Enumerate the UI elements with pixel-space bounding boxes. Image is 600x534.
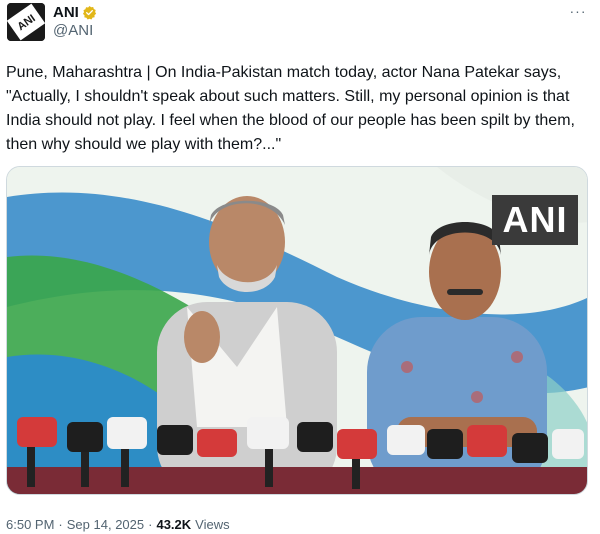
media-watermark: ANI xyxy=(492,195,578,245)
views-label: Views xyxy=(195,516,230,532)
more-options-icon[interactable]: ··· xyxy=(566,2,590,20)
tweet-text: Pune, Maharashtra | On India-Pakistan ma… xyxy=(6,64,575,153)
verified-badge-icon xyxy=(82,5,97,20)
tweet-meta: 6:50 PM · Sep 14, 2025 · 43.2K Views xyxy=(6,514,230,534)
name-row: ANI xyxy=(53,3,97,21)
tweet-card: ANI ANI @ANI ··· Pune, Maharashtra | On … xyxy=(0,0,600,534)
avatar[interactable]: ANI xyxy=(7,3,45,41)
views-count: 43.2K xyxy=(156,516,192,532)
handle[interactable]: @ANI xyxy=(53,22,93,39)
meta-separator: · xyxy=(148,516,153,532)
display-name[interactable]: ANI xyxy=(53,4,79,21)
tweet-date[interactable]: Sep 14, 2025 xyxy=(67,517,144,532)
ani-logo-icon: ANI xyxy=(7,3,45,41)
tweet-image[interactable]: ANI xyxy=(6,166,588,495)
meta-separator: · xyxy=(58,516,63,532)
tweet-time[interactable]: 6:50 PM xyxy=(6,517,54,532)
